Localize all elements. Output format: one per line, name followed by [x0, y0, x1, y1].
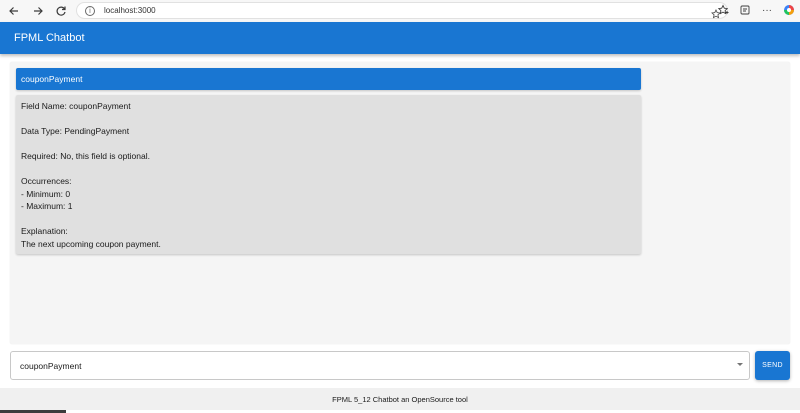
- bot-line: Occurrences:: [21, 176, 72, 186]
- address-bar[interactable]: i localhost:3000: [76, 2, 728, 19]
- bot-line: [21, 138, 636, 151]
- bot-message: Field Name: couponPayment Data Type: Pen…: [16, 95, 641, 254]
- bot-line: Required: No, this field is optional.: [21, 151, 150, 161]
- more-icon[interactable]: ···: [760, 3, 774, 17]
- bot-line: [21, 163, 636, 176]
- chat-history[interactable]: couponPayment Field Name: couponPayment …: [10, 62, 790, 344]
- url-text: localhost:3000: [104, 6, 156, 15]
- bot-line: Field Name: couponPayment: [21, 101, 131, 111]
- copilot-icon[interactable]: [782, 3, 796, 17]
- question-select[interactable]: couponPayment: [10, 351, 750, 380]
- user-message: couponPayment: [16, 68, 641, 90]
- bot-line: - Minimum: 0: [21, 188, 71, 199]
- bot-line: Explanation:: [21, 226, 68, 236]
- info-icon[interactable]: i: [85, 5, 95, 16]
- reload-icon[interactable]: [53, 3, 69, 19]
- favorites-icon[interactable]: [738, 3, 752, 17]
- forward-icon[interactable]: [30, 3, 46, 19]
- collections-icon[interactable]: [716, 3, 730, 17]
- bot-line: [21, 213, 636, 226]
- bot-line: [21, 113, 636, 126]
- chevron-down-icon[interactable]: [737, 363, 743, 366]
- back-icon[interactable]: [6, 3, 22, 19]
- bot-line: Data Type: PendingPayment: [21, 126, 130, 136]
- bot-line: The next upcoming coupon payment.: [21, 238, 161, 249]
- app-header: FPML Chatbot: [0, 22, 800, 54]
- footer-text: FPML 5_12 Chatbot an OpenSource tool: [332, 394, 468, 404]
- app-title: FPML Chatbot: [14, 32, 85, 44]
- footer: FPML 5_12 Chatbot an OpenSource tool: [0, 388, 800, 410]
- send-button[interactable]: SEND: [755, 351, 790, 380]
- browser-toolbar: i localhost:3000 ···: [0, 0, 800, 22]
- question-select-value: couponPayment: [20, 360, 82, 371]
- bot-line: - Maximum: 1: [21, 201, 73, 211]
